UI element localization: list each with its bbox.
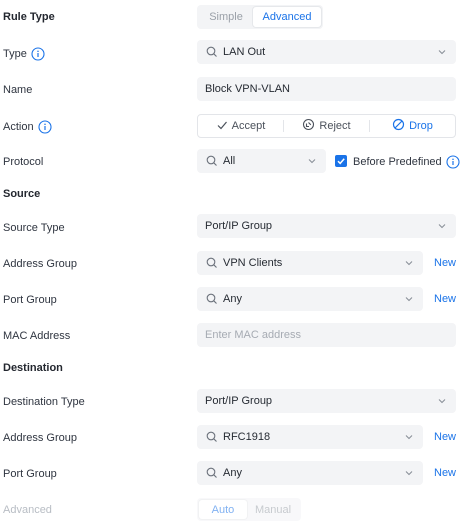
info-icon[interactable] <box>31 47 45 61</box>
protocol-value: All <box>223 155 236 167</box>
chevron-down-icon <box>403 257 415 269</box>
action-drop-option[interactable]: Drop <box>370 115 455 137</box>
before-predefined-label: Before Predefined <box>353 155 460 169</box>
search-icon <box>205 256 219 270</box>
action-toggle: Accept Reject Drop <box>197 114 456 138</box>
chevron-down-icon <box>436 46 448 58</box>
destination-heading: Destination <box>3 362 63 374</box>
chevron-down-icon <box>306 155 318 167</box>
checkmark-icon <box>216 119 228 134</box>
type-value: LAN Out <box>223 46 266 58</box>
action-accept-label: Accept <box>231 120 266 132</box>
source-address-group-value: VPN Clients <box>223 257 283 269</box>
type-label: Type <box>3 47 45 61</box>
action-label-text: Action <box>3 120 34 133</box>
rule-type-advanced-option[interactable]: Advanced <box>253 7 321 27</box>
reject-icon <box>302 118 315 134</box>
source-port-group-select[interactable]: Any <box>197 287 423 311</box>
search-icon <box>205 154 219 168</box>
source-type-select[interactable]: Port/IP Group <box>197 214 456 238</box>
search-icon <box>205 45 219 59</box>
rule-type-simple-option[interactable]: Simple <box>199 7 253 27</box>
source-address-group-select[interactable]: VPN Clients <box>197 251 423 275</box>
type-select[interactable]: LAN Out <box>197 40 456 64</box>
source-type-label: Source Type <box>3 222 65 234</box>
destination-port-group-label: Port Group <box>3 468 57 480</box>
info-icon[interactable] <box>446 155 460 169</box>
advanced-label: Advanced <box>3 504 52 516</box>
advanced-manual-option[interactable]: Manual <box>247 500 299 519</box>
action-accept-option[interactable]: Accept <box>198 115 283 137</box>
action-reject-label: Reject <box>319 120 351 132</box>
search-icon <box>205 292 219 306</box>
chevron-down-icon <box>436 220 448 232</box>
advanced-toggle: Auto Manual <box>197 498 301 521</box>
mac-address-placeholder: Enter MAC address <box>205 329 301 341</box>
before-predefined-checkbox[interactable] <box>335 155 347 167</box>
source-heading: Source <box>3 188 41 200</box>
chevron-down-icon <box>403 293 415 305</box>
destination-port-new-link[interactable]: New <box>434 467 456 479</box>
before-predefined-text: Before Predefined <box>353 155 442 168</box>
action-reject-option[interactable]: Reject <box>284 115 369 137</box>
name-label: Name <box>3 84 33 96</box>
destination-port-group-select[interactable]: Any <box>197 461 423 485</box>
source-address-new-link[interactable]: New <box>434 257 456 269</box>
source-port-group-value: Any <box>223 293 242 305</box>
search-icon <box>205 466 219 480</box>
chevron-down-icon <box>436 395 448 407</box>
advanced-auto-option[interactable]: Auto <box>199 500 247 519</box>
rule-type-label: Rule Type <box>3 11 55 23</box>
rule-type-toggle: Simple Advanced <box>197 5 323 29</box>
destination-type-select[interactable]: Port/IP Group <box>197 389 456 413</box>
action-drop-label: Drop <box>409 120 433 132</box>
destination-address-new-link[interactable]: New <box>434 431 456 443</box>
search-icon <box>205 430 219 444</box>
chevron-down-icon <box>403 431 415 443</box>
action-label: Action <box>3 120 52 134</box>
destination-address-group-label: Address Group <box>3 432 77 444</box>
source-type-value: Port/IP Group <box>205 220 273 232</box>
info-icon[interactable] <box>38 120 52 134</box>
mac-address-label: MAC Address <box>3 330 71 342</box>
protocol-label: Protocol <box>3 156 44 168</box>
destination-type-label: Destination Type <box>3 396 85 408</box>
chevron-down-icon <box>403 467 415 479</box>
name-value: Block VPN-VLAN <box>205 83 290 95</box>
mac-address-input[interactable]: Enter MAC address <box>197 323 456 347</box>
source-port-new-link[interactable]: New <box>434 293 456 305</box>
block-icon <box>392 118 405 134</box>
source-address-group-label: Address Group <box>3 258 77 270</box>
destination-address-group-value: RFC1918 <box>223 431 271 443</box>
source-port-group-label: Port Group <box>3 294 57 306</box>
destination-type-value: Port/IP Group <box>205 395 273 407</box>
destination-address-group-select[interactable]: RFC1918 <box>197 425 423 449</box>
destination-port-group-value: Any <box>223 467 242 479</box>
protocol-select[interactable]: All <box>197 149 326 173</box>
type-label-text: Type <box>3 47 27 60</box>
name-input[interactable]: Block VPN-VLAN <box>197 77 456 101</box>
checkmark-icon <box>337 158 345 165</box>
